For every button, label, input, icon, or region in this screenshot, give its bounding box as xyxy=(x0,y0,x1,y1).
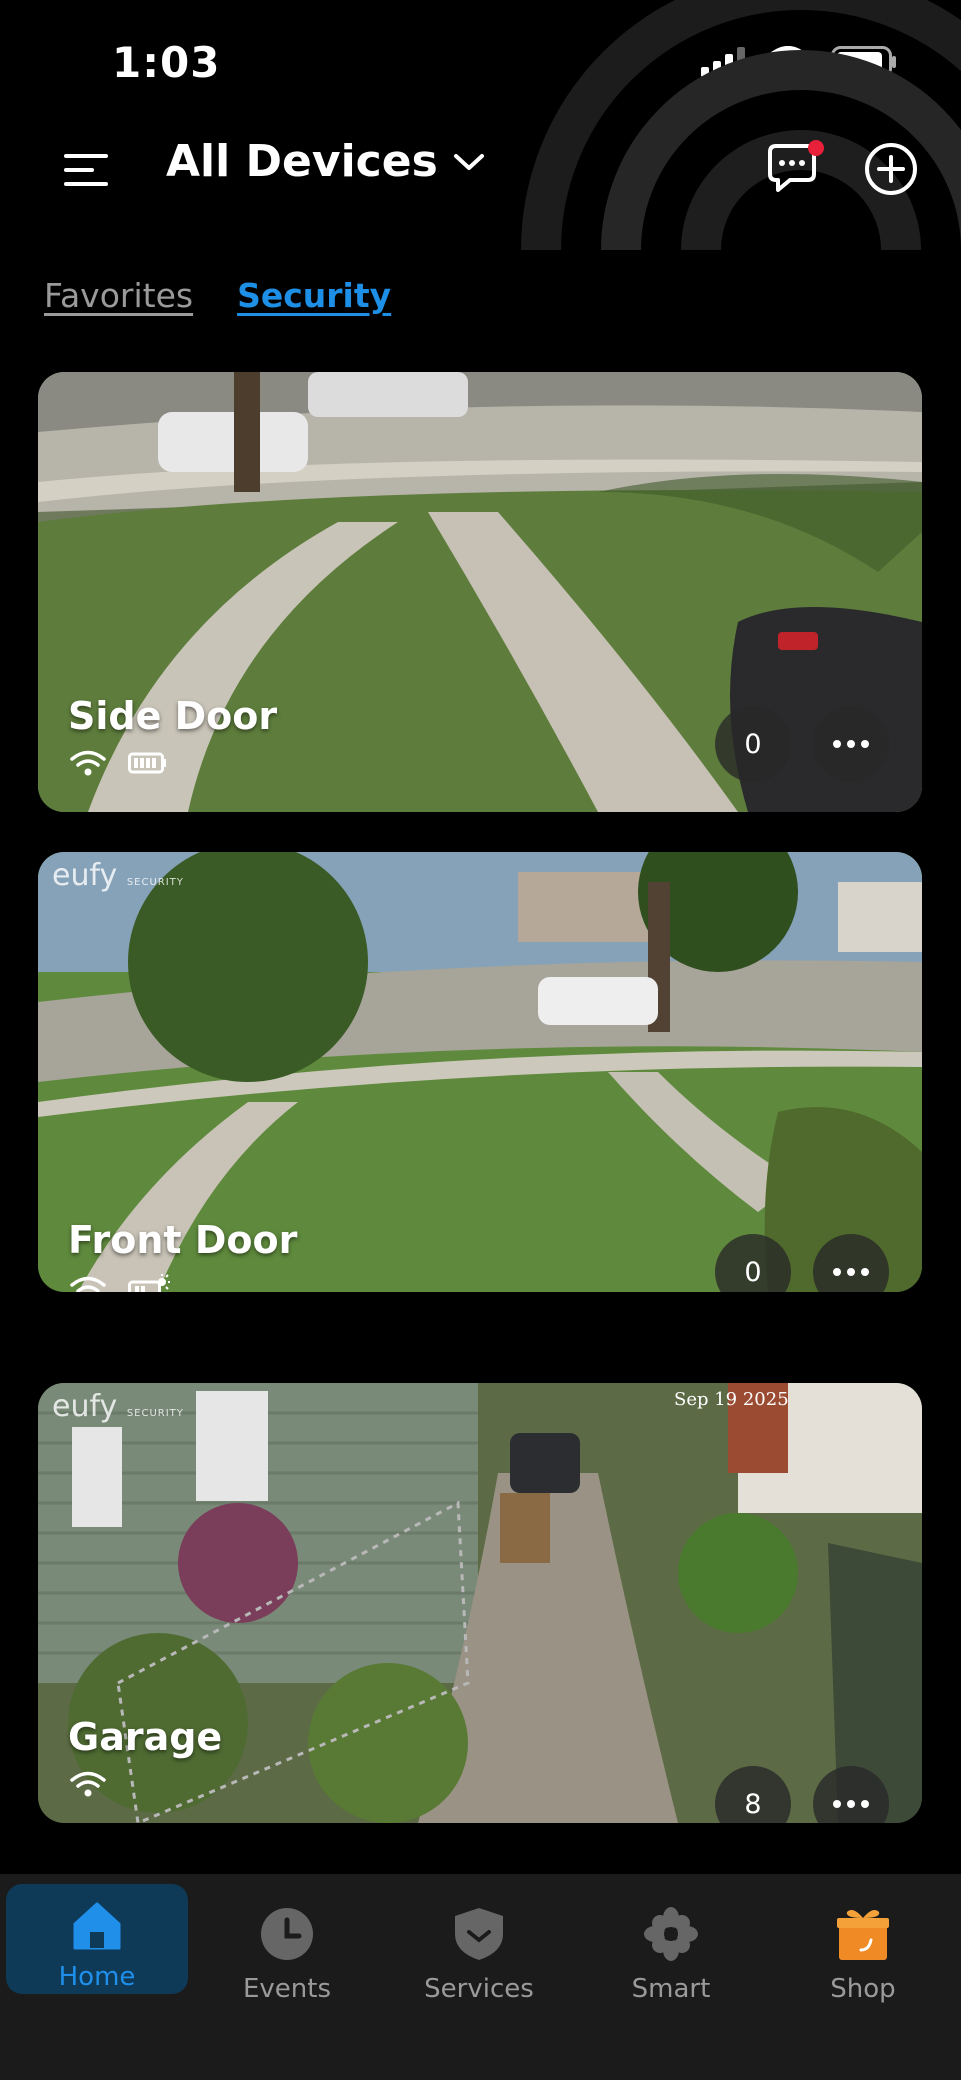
hamburger-icon xyxy=(64,154,108,186)
camera-card-side-door[interactable]: Side Door 0 xyxy=(38,372,922,812)
event-count-badge[interactable]: 0 xyxy=(715,706,791,782)
device-filter-dropdown[interactable]: All Devices xyxy=(166,136,486,187)
page-title: All Devices xyxy=(166,136,438,187)
menu-button[interactable] xyxy=(62,150,112,190)
eufy-watermark: eufy SECURITY xyxy=(52,858,184,893)
nav-home[interactable]: Home xyxy=(6,1884,188,1994)
tab-favorites[interactable]: Favorites xyxy=(44,276,193,315)
camera-card-front-door[interactable]: eufy SECURITY Front Door 0 xyxy=(38,852,922,1292)
solar-battery-icon xyxy=(128,1274,170,1292)
shield-icon xyxy=(455,1908,503,1960)
chevron-down-icon xyxy=(453,153,484,170)
nav-events[interactable]: Events xyxy=(196,1884,378,2064)
wifi-icon xyxy=(70,1771,106,1797)
battery-icon xyxy=(128,752,166,774)
video-timestamp: Sep 19 2025 xyxy=(674,1389,789,1410)
camera-more-button[interactable] xyxy=(813,706,889,782)
camera-card-garage[interactable]: eufy SECURITY Sep 19 2025 Garage 8 xyxy=(38,1383,922,1823)
gift-icon xyxy=(837,1910,889,1960)
wifi-icon xyxy=(70,1276,106,1292)
plus-circle-icon xyxy=(865,143,917,195)
camera-status-icons xyxy=(70,1771,106,1797)
messages-button[interactable] xyxy=(764,140,824,196)
camera-name: Side Door xyxy=(68,694,278,738)
add-device-button[interactable] xyxy=(864,142,918,196)
eufy-watermark: eufy SECURITY xyxy=(52,1389,184,1424)
camera-status-icons xyxy=(70,1274,170,1292)
nav-shop[interactable]: Shop xyxy=(772,1884,954,2064)
bottom-navigation: Home Events Services Smart Shop xyxy=(0,1874,961,2080)
nav-label: Home xyxy=(58,1962,136,1992)
home-icon xyxy=(73,1902,121,1950)
camera-name: Garage xyxy=(68,1715,223,1759)
clock-icon xyxy=(261,1908,313,1960)
header-decoration xyxy=(501,0,961,250)
device-tabs: Favorites Security xyxy=(44,276,391,315)
nav-label: Events xyxy=(242,1974,332,2004)
app-header: All Devices xyxy=(0,130,961,210)
nav-services[interactable]: Services xyxy=(388,1884,570,2064)
more-icon xyxy=(833,1268,841,1276)
more-icon xyxy=(833,740,841,748)
status-time: 1:03 xyxy=(112,38,221,87)
nav-label: Shop xyxy=(830,1974,896,2004)
tab-security[interactable]: Security xyxy=(237,276,391,315)
message-icon xyxy=(768,140,824,192)
nav-smart[interactable]: Smart xyxy=(580,1884,762,2064)
smart-flower-icon xyxy=(644,1907,698,1961)
nav-label: Smart xyxy=(631,1974,711,2004)
wifi-icon xyxy=(70,750,106,776)
more-icon xyxy=(833,1800,841,1808)
nav-label: Services xyxy=(424,1974,534,2004)
camera-status-icons xyxy=(70,750,168,776)
camera-name: Front Door xyxy=(68,1218,298,1262)
